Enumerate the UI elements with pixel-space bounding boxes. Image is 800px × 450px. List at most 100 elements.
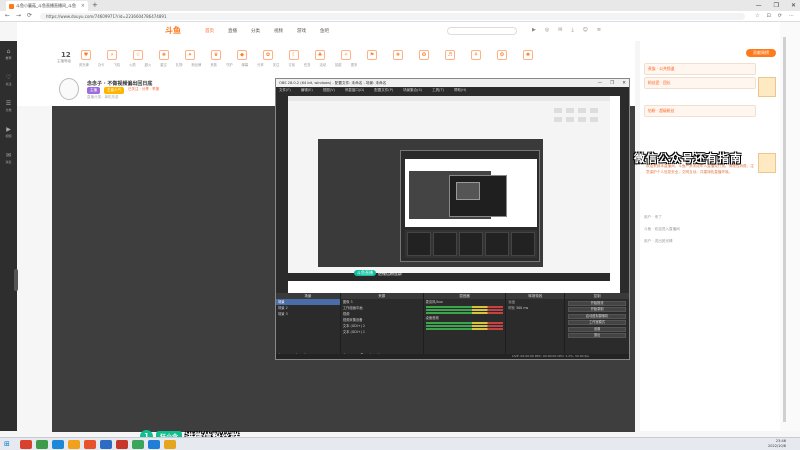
obs-close-button[interactable]: ✕	[622, 81, 626, 86]
taskbar-app-icon[interactable]	[164, 440, 176, 449]
obs-control-button[interactable]: 开始推流	[568, 300, 626, 306]
gift-icon[interactable]: ♣	[315, 50, 325, 60]
nav-item-fishbar[interactable]: 鱼吧	[320, 28, 329, 34]
gift-icon[interactable]: ⚑	[367, 50, 377, 60]
obs-maximize-button[interactable]: ❐	[610, 81, 614, 86]
site-search-input[interactable]	[447, 27, 517, 35]
video-icon[interactable]: ▶	[532, 27, 536, 33]
close-window-button[interactable]: ✕	[791, 0, 796, 11]
obs-window[interactable]: OBS 28.0.2 (64 bit, windows) - 配置文件: 未命名…	[275, 78, 630, 360]
obs-minimize-button[interactable]: —	[598, 81, 603, 86]
nav-item-video[interactable]: 视频	[274, 28, 283, 34]
obs-preview[interactable]: 斗鱼直播 进微信粉丝群	[288, 96, 620, 293]
sidebar-item-video[interactable]: ▶ 视频	[0, 119, 17, 145]
streamer-avatar[interactable]	[59, 78, 79, 100]
site-logo[interactable]: 斗鱼	[165, 25, 181, 36]
promo-thumbnail[interactable]	[758, 153, 776, 173]
reload-button[interactable]: ⟳	[27, 12, 32, 19]
sidebar-item-category[interactable]: ☰ 分类	[0, 93, 17, 119]
gift-icon[interactable]: ❖	[393, 50, 403, 60]
sidebar-item-recommend[interactable]: ⌂ 推荐	[0, 41, 17, 67]
minimize-button[interactable]: —	[756, 0, 762, 11]
volume-slider[interactable]	[425, 328, 504, 330]
gift-icon[interactable]: ♬	[445, 50, 455, 60]
taskbar-app-icon[interactable]	[68, 440, 80, 449]
nav-item-live[interactable]: 直播	[228, 28, 237, 34]
sidebar-item-message[interactable]: ✉ 消息	[0, 145, 17, 171]
maximize-button[interactable]: ❐	[774, 0, 779, 11]
gift-icon[interactable]: ♥	[81, 50, 91, 60]
gift-icon[interactable]: ♛	[211, 50, 221, 60]
volume-slider[interactable]	[425, 312, 504, 314]
gift-icon[interactable]: ❂	[497, 50, 507, 60]
back-button[interactable]: ←	[5, 12, 10, 19]
collections-icon[interactable]: ⊡	[767, 13, 771, 19]
nav-item-games[interactable]: 游戏	[297, 28, 306, 34]
system-clock[interactable]: 23:46 2022/10/8	[768, 439, 786, 449]
obs-menu-item[interactable]: 编辑(E)	[301, 88, 313, 93]
promo-thumbnail[interactable]	[758, 77, 776, 97]
gift-icon[interactable]: ⚡	[107, 50, 117, 60]
scene-item[interactable]: 场景 3	[276, 311, 340, 317]
taskbar-app-icon[interactable]	[84, 440, 96, 449]
more-icon[interactable]: ⋯	[789, 13, 794, 19]
gift-icon[interactable]: ☾	[289, 50, 299, 60]
gift-icon[interactable]: ✿	[263, 50, 273, 60]
gift-icon[interactable]: ◆	[237, 50, 247, 60]
user-icon[interactable]: ☺	[583, 27, 588, 33]
windows-start-icon[interactable]: ⊞	[4, 441, 10, 448]
download-icon[interactable]: ⤓	[571, 27, 573, 33]
obs-menu-item[interactable]: 配置文件(P)	[374, 88, 393, 93]
gift-icon[interactable]: ⚘	[471, 50, 481, 60]
panel-card-fans[interactable]: 粉丝团 · 团长	[644, 77, 756, 89]
sidebar-collapse-handle[interactable]	[14, 269, 18, 291]
page-scrollbar[interactable]	[780, 22, 800, 431]
taskbar-app-icon[interactable]	[100, 440, 112, 449]
taskbar-app-icon[interactable]	[20, 440, 32, 449]
gift-icon[interactable]: ✺	[523, 50, 533, 60]
obs-control-button[interactable]: 工作室模式	[568, 320, 626, 325]
obs-control-button[interactable]: 设置	[568, 326, 626, 332]
nav-item-home[interactable]: 首页	[205, 28, 214, 34]
gift-icon[interactable]: ❀	[159, 50, 169, 60]
obs-menu-item[interactable]: 文件(F)	[279, 88, 291, 93]
obs-menu-item[interactable]: 视图(V)	[323, 88, 335, 93]
panel-card-super[interactable]: 钻粉 · 超级粉丝	[644, 105, 756, 117]
panel-card-noble[interactable]: 贵族 · 公共频道	[644, 63, 756, 75]
url-input[interactable]: https://www.douyu.com/74609971?rid=22366…	[40, 13, 745, 20]
obs-control-button[interactable]: 启动虚拟摄像机	[568, 313, 626, 319]
taskbar-app-icon[interactable]	[116, 440, 128, 449]
sidebar-item-follow[interactable]: ♡ 关注	[0, 67, 17, 93]
obs-control-button[interactable]: 退出	[568, 333, 626, 338]
taskbar-app-icon[interactable]	[148, 440, 160, 449]
room-actions-link[interactable]: 已关注 · 分享 · 举报	[128, 87, 159, 94]
gift-icon[interactable]: ☆	[133, 50, 143, 60]
obs-menu-item[interactable]: 帮助(H)	[454, 88, 466, 93]
forward-button[interactable]: →	[16, 12, 21, 19]
taskbar-app-icon[interactable]	[132, 440, 144, 449]
favorite-icon[interactable]: ☆	[755, 13, 759, 19]
obs-menu-item[interactable]: 停靠窗口(D)	[345, 88, 364, 93]
target-icon[interactable]: ◎	[545, 27, 549, 33]
taskbar-app-icon[interactable]	[36, 440, 48, 449]
message-icon[interactable]: ✉	[558, 27, 562, 33]
obs-menu-item[interactable]: 场景集合(S)	[403, 88, 422, 93]
obs-menu-item[interactable]: 工具(T)	[432, 88, 444, 93]
rank-button[interactable]: 贡献周榜	[746, 49, 776, 57]
new-tab-button[interactable]: +	[92, 1, 98, 9]
scrollbar-thumb[interactable]	[783, 37, 786, 422]
browser-tab[interactable]: 斗鱼小蘑菇_斗鱼直播直播间_斗鱼 ×	[6, 1, 88, 11]
popularity-tag[interactable]: 王者人气	[104, 87, 124, 94]
menu-icon[interactable]: ≡	[597, 27, 601, 33]
gift-icon[interactable]: ✧	[341, 50, 351, 60]
close-tab-icon[interactable]: ×	[81, 3, 85, 9]
nav-item-category[interactable]: 分类	[251, 28, 260, 34]
obs-control-button[interactable]: 开始录制	[568, 307, 626, 312]
gift-icon[interactable]: ✦	[185, 50, 195, 60]
transition-duration[interactable]: 时长 300 ms	[506, 305, 564, 311]
source-item[interactable]: 文本 (GDI+) 1	[341, 329, 423, 335]
gift-icon[interactable]: ✪	[419, 50, 429, 60]
sync-icon[interactable]: ⟳	[778, 13, 782, 19]
streamer-tag[interactable]: 主播	[87, 87, 100, 94]
taskbar-app-icon[interactable]	[52, 440, 64, 449]
